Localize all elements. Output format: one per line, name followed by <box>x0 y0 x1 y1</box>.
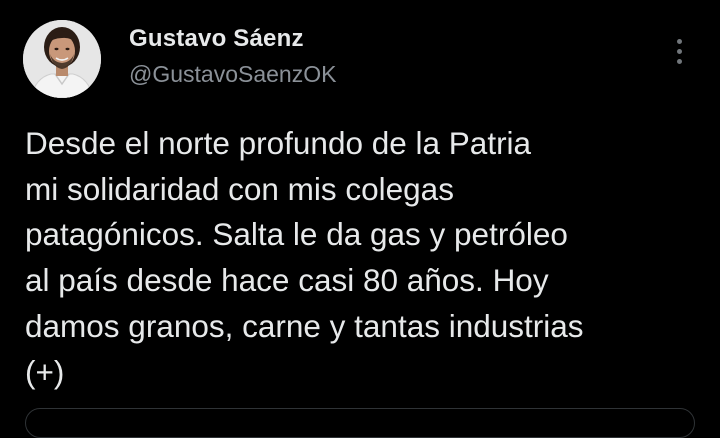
tweet-text: Desde el norte profundo de la Patria mi … <box>25 121 705 395</box>
author-handle[interactable]: @GustavoSaenzOK <box>129 61 336 88</box>
profile-photo-icon <box>23 20 101 98</box>
more-vertical-icon-dot <box>676 48 682 54</box>
quoted-tweet-card[interactable] <box>25 408 695 438</box>
tweet-text-line: damos granos, carne y tantas industrias <box>25 307 584 344</box>
tweet: Gustavo Sáenz @GustavoSaenzOK Desde el n… <box>0 0 720 438</box>
tweet-text-line: mi solidaridad con mis colegas <box>25 170 454 207</box>
tweet-text-line: al país desde hace casi 80 años. Hoy <box>25 262 549 299</box>
tweet-text-line: patagónicos. Salta le da gas y petróleo <box>25 216 568 253</box>
more-options-button[interactable] <box>664 34 694 68</box>
more-vertical-icon-dot <box>676 58 682 64</box>
tweet-text-line: Desde el norte profundo de la Patria <box>25 125 532 161</box>
author-display-name[interactable]: Gustavo Sáenz <box>129 25 304 53</box>
avatar[interactable] <box>23 20 101 98</box>
show-more-link[interactable]: (+) <box>25 350 705 396</box>
more-vertical-icon <box>676 38 682 44</box>
